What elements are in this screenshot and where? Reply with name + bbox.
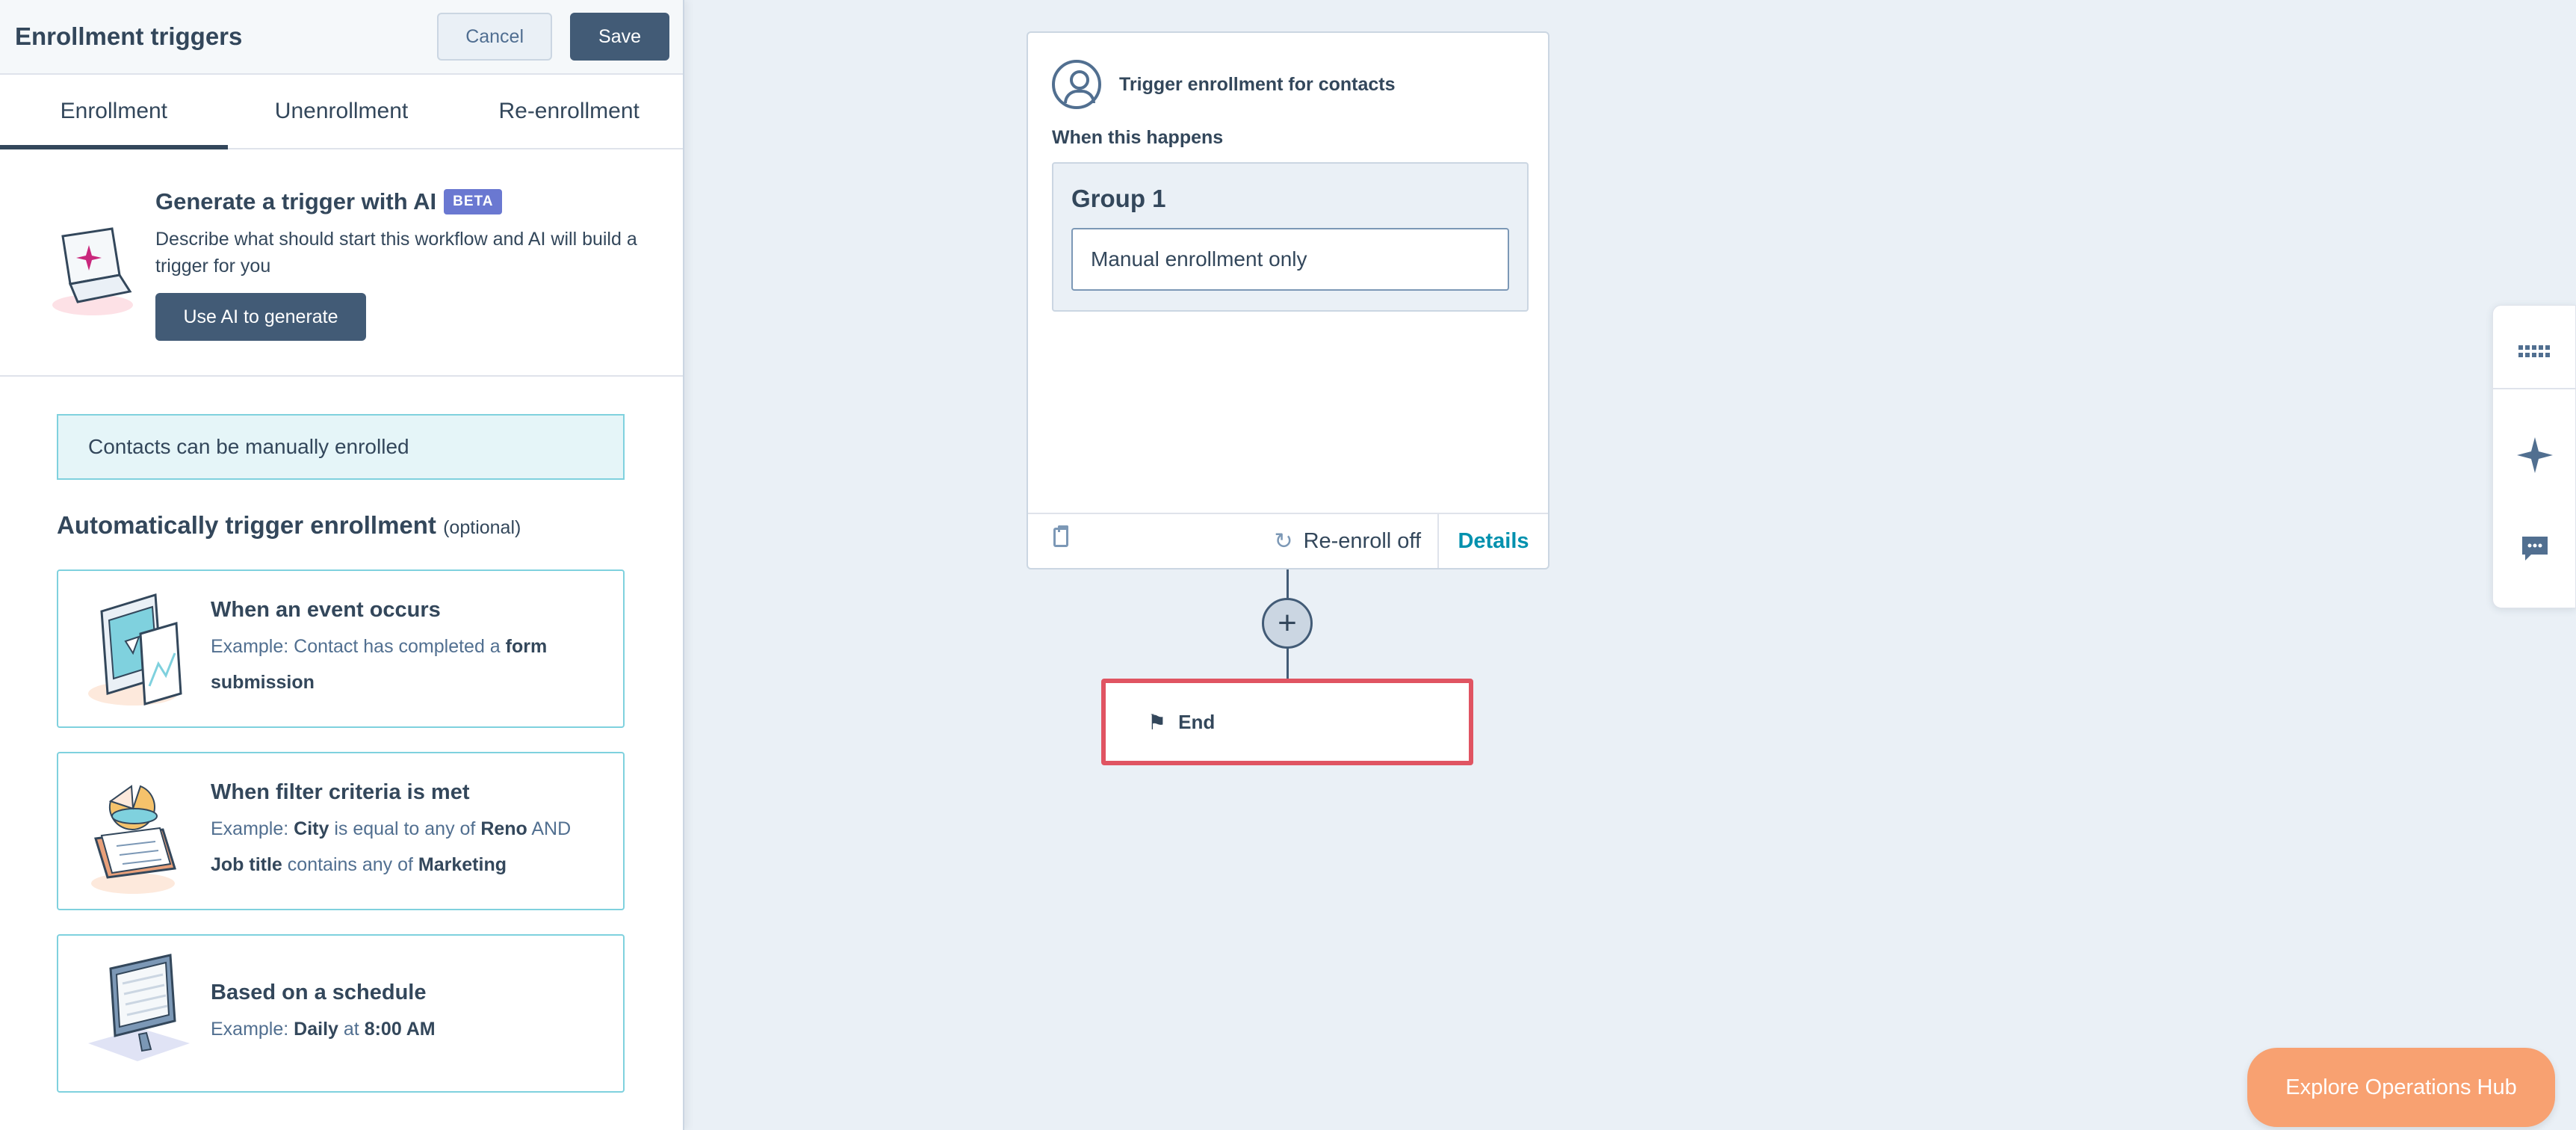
details-button[interactable]: Details (1437, 514, 1548, 568)
cancel-button[interactable]: Cancel (437, 13, 553, 61)
save-button[interactable]: Save (570, 13, 669, 61)
card-example: Example: City is equal to any of Reno AN… (211, 818, 572, 875)
ai-generate-section: Generate a trigger with AI BETA Describe… (0, 149, 683, 377)
trigger-card-footer: ↻ Re-enroll off Details (1028, 513, 1548, 568)
event-illustration (81, 581, 199, 716)
connector-line (1287, 647, 1289, 680)
panel-header: Enrollment triggers Cancel Save (0, 0, 683, 75)
group-title: Group 1 (1071, 185, 1166, 212)
optional-label: (optional) (443, 517, 521, 538)
when-label: When this happens (1052, 127, 1224, 148)
auto-trigger-title: Automatically trigger enrollment (57, 511, 436, 539)
trigger-group[interactable]: Group 1 Manual enrollment only (1052, 162, 1529, 312)
trigger-card[interactable]: Trigger enrollment for contacts When thi… (1027, 31, 1549, 569)
contact-icon (1052, 60, 1101, 109)
enrollment-triggers-panel: Enrollment triggers Cancel Save Enrollme… (0, 0, 684, 1130)
refresh-icon: ↻ (1274, 528, 1293, 554)
panel-title: Enrollment triggers (15, 22, 243, 50)
trigger-card-title: Trigger enrollment for contacts (1119, 73, 1396, 95)
reenroll-label: Re-enroll off (1303, 528, 1421, 553)
card-title: Based on a schedule (211, 980, 427, 1004)
connector-line (1287, 569, 1289, 599)
tab-re-enrollment[interactable]: Re-enrollment (455, 75, 683, 148)
add-action-button[interactable]: + (1262, 598, 1313, 649)
card-example: Example: Contact has completed a form su… (211, 635, 548, 693)
sparkle-icon[interactable] (2493, 433, 2576, 478)
chat-icon[interactable] (2493, 530, 2576, 567)
card-title: When filter criteria is met (211, 779, 470, 804)
manual-enroll-note: Contacts can be manually enrolled (57, 414, 625, 480)
card-example: Example: Daily at 8:00 AM (211, 1018, 436, 1040)
reenroll-status[interactable]: ↻ Re-enroll off (1274, 514, 1421, 568)
use-ai-button[interactable]: Use AI to generate (155, 293, 366, 341)
clipboard-icon[interactable] (1053, 525, 1068, 547)
end-label: End (1178, 710, 1216, 733)
flag-icon: ⚑ (1148, 710, 1167, 734)
filter-trigger-card[interactable]: When filter criteria is met Example: Cit… (57, 752, 625, 910)
filter-illustration (81, 764, 199, 898)
monitor-illustration (81, 946, 199, 1081)
trigger-tabs: Enrollment Unenrollment Re-enrollment (0, 75, 683, 149)
schedule-trigger-card[interactable]: Based on a schedule Example: Daily at 8:… (57, 934, 625, 1093)
grid-icon[interactable] (2493, 334, 2576, 371)
beta-badge: BETA (444, 189, 503, 214)
group-criteria[interactable]: Manual enrollment only (1071, 228, 1509, 291)
card-title: When an event occurs (211, 597, 441, 622)
ai-description: Describe what should start this workflow… (155, 229, 637, 277)
laptop-sparkle-illustration (48, 223, 137, 357)
end-node[interactable]: ⚑ End (1101, 679, 1473, 765)
explore-operations-hub-button[interactable]: Explore Operations Hub (2247, 1048, 2555, 1127)
event-trigger-card[interactable]: When an event occurs Example: Contact ha… (57, 569, 625, 728)
side-toolbar (2492, 305, 2576, 608)
auto-trigger-heading: Automatically trigger enrollment (option… (57, 511, 521, 540)
tab-unenrollment[interactable]: Unenrollment (228, 75, 456, 148)
tab-enrollment[interactable]: Enrollment (0, 75, 228, 149)
ai-section-title: Generate a trigger with AI (155, 188, 437, 214)
